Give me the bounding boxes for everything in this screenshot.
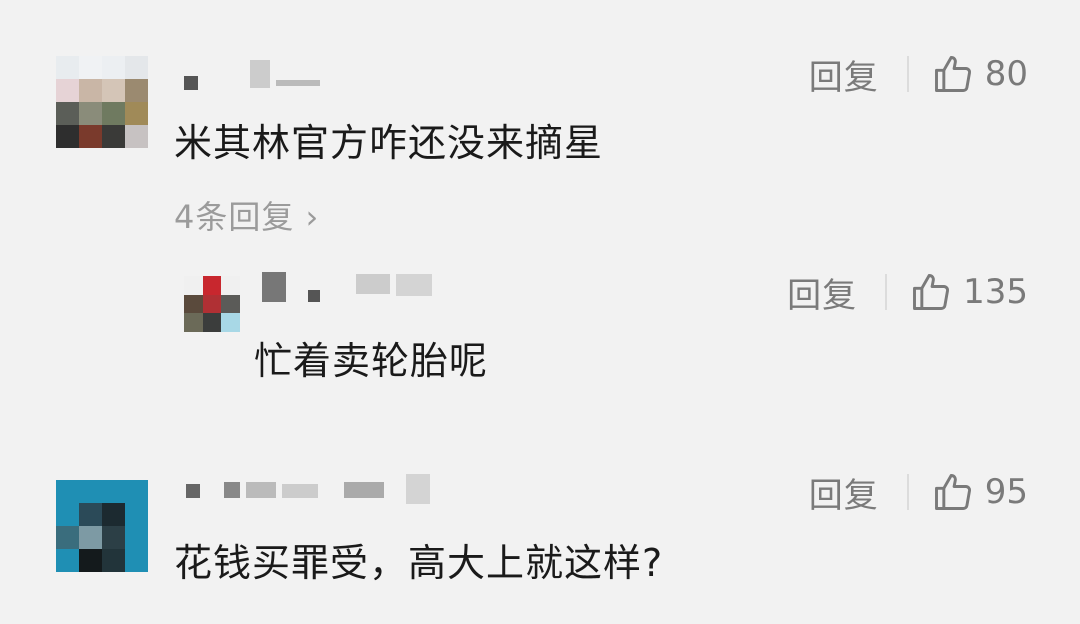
- view-replies-link[interactable]: 4条回复 ›: [174, 192, 319, 238]
- comment-text: 米其林官方咋还没来摘星: [174, 121, 604, 165]
- like-count: 95: [984, 472, 1028, 512]
- reply-button[interactable]: 回复: [809, 50, 879, 99]
- like-button[interactable]: 80: [931, 52, 1028, 96]
- username-masked[interactable]: [186, 470, 430, 504]
- username-masked[interactable]: [184, 58, 320, 92]
- like-count: 80: [984, 54, 1028, 94]
- comment-actions: 回复 95: [809, 468, 1028, 516]
- comment-text: 忙着卖轮胎呢: [254, 339, 489, 383]
- thumbs-up-icon: [934, 56, 971, 92]
- reply-button[interactable]: 回复: [809, 468, 879, 517]
- comment-actions: 回复 135: [787, 268, 1028, 316]
- comment-actions: 回复 80: [809, 50, 1028, 98]
- like-count: 135: [963, 272, 1028, 312]
- thumbs-up-icon: [934, 474, 971, 510]
- avatar[interactable]: [56, 480, 148, 572]
- thumbs-up-icon: [913, 274, 950, 310]
- comment-text: 花钱买罪受，高大上就这样?: [174, 541, 664, 585]
- reply-button[interactable]: 回复: [787, 268, 857, 317]
- divider: [885, 274, 888, 310]
- avatar[interactable]: [56, 56, 148, 148]
- divider: [906, 56, 909, 92]
- like-button[interactable]: 95: [931, 470, 1028, 514]
- username-masked[interactable]: [262, 270, 432, 304]
- like-button[interactable]: 135: [909, 270, 1028, 314]
- avatar[interactable]: [184, 276, 240, 332]
- divider: [906, 474, 909, 510]
